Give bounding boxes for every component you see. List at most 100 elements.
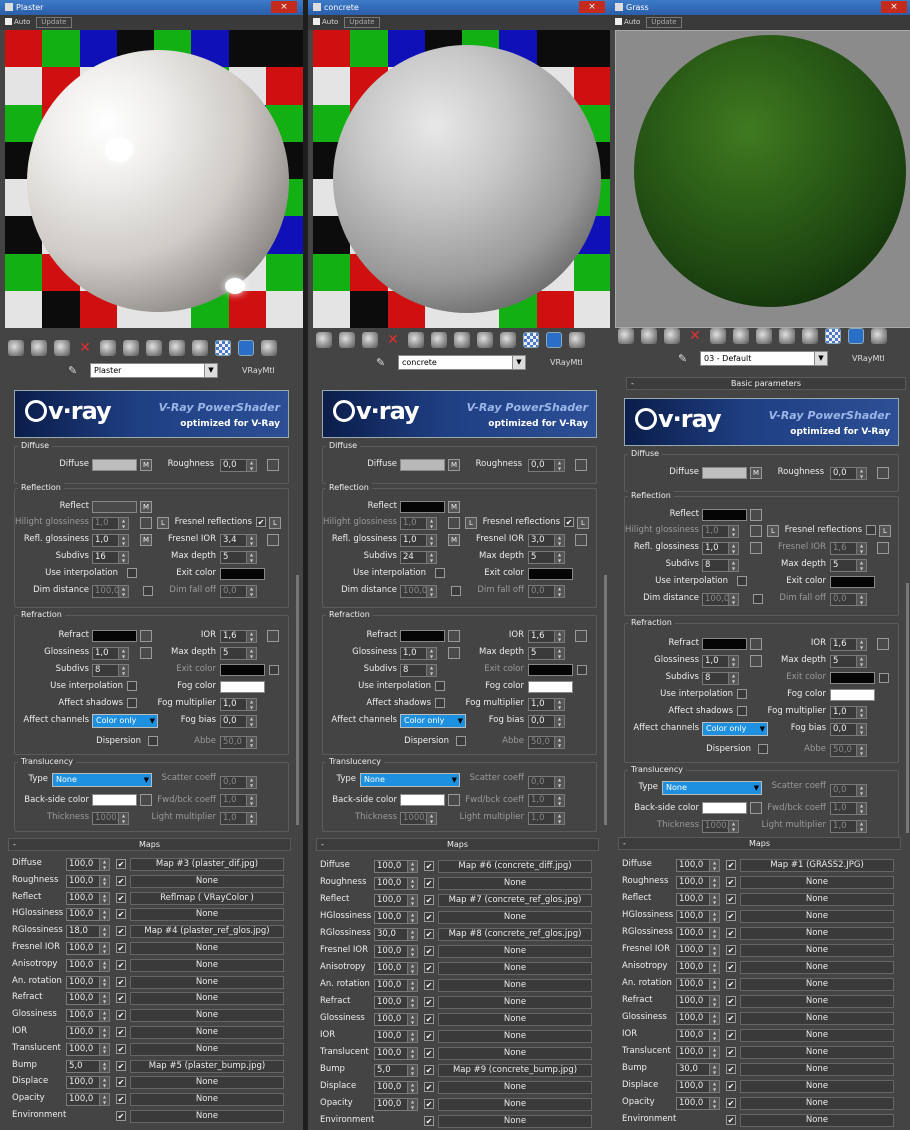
map-slot-button[interactable]: None	[438, 996, 592, 1009]
map-slot-button[interactable]: None	[740, 1097, 894, 1110]
map-enable-checkbox[interactable]: ✔	[424, 946, 434, 956]
assign-material-icon[interactable]	[54, 340, 70, 356]
map-amount-spinner[interactable]: 100,0	[374, 996, 418, 1009]
use-interpolation-checkbox[interactable]	[127, 568, 137, 578]
map-amount-spinner[interactable]: 100,0	[676, 995, 720, 1008]
translucency-type-dropdown[interactable]: None	[360, 773, 460, 787]
back-side-color-swatch[interactable]	[92, 794, 137, 806]
map-amount-spinner[interactable]: 100,0	[374, 860, 418, 873]
exit-color-swatch[interactable]	[220, 568, 265, 580]
show-map-icon[interactable]	[802, 328, 818, 344]
dim-distance-spinner[interactable]: 100,0m	[702, 593, 739, 606]
map-enable-checkbox[interactable]: ✔	[116, 1027, 126, 1037]
map-amount-spinner[interactable]: 5,0	[374, 1064, 418, 1077]
map-enable-checkbox[interactable]: ✔	[116, 892, 126, 903]
map-amount-spinner[interactable]: 100,0	[66, 1076, 110, 1090]
reflect-map-button[interactable]	[750, 509, 762, 521]
map-amount-spinner[interactable]: 100,0	[676, 859, 720, 872]
diffuse-map-button[interactable]: M	[750, 467, 762, 479]
auto-checkbox[interactable]	[615, 18, 622, 25]
diffuse-map-button[interactable]: M	[140, 459, 152, 471]
dim-distance-checkbox[interactable]	[143, 586, 153, 596]
map-slot-button[interactable]: None	[438, 1081, 592, 1094]
assign-material-icon[interactable]	[362, 332, 378, 348]
map-enable-checkbox[interactable]: ✔	[424, 1031, 434, 1041]
put-to-scene-icon[interactable]	[339, 332, 355, 348]
lock-button[interactable]: L	[767, 525, 779, 537]
map-amount-spinner[interactable]: 100,0	[374, 1081, 418, 1094]
rollout-scrollbar[interactable]	[604, 575, 607, 825]
fresnel-ior-map-button[interactable]	[575, 534, 587, 546]
refr-max-depth-spinner[interactable]: 5	[528, 647, 565, 660]
map-amount-spinner[interactable]: 100,0	[374, 1098, 418, 1111]
map-amount-spinner[interactable]: 18,0	[66, 925, 110, 939]
close-button[interactable]: ×	[271, 1, 297, 13]
fog-color-swatch[interactable]	[830, 689, 875, 701]
put-library-icon[interactable]	[146, 340, 162, 356]
put-library-icon[interactable]	[756, 328, 772, 344]
map-amount-spinner[interactable]: 100,0	[66, 975, 110, 989]
fog-bias-spinner[interactable]: 0,0	[528, 715, 565, 728]
glossiness-map-button[interactable]	[140, 647, 152, 659]
update-button[interactable]: Update	[646, 17, 682, 28]
unique-icon[interactable]	[733, 328, 749, 344]
map-enable-checkbox[interactable]: ✔	[726, 1047, 736, 1057]
map-amount-spinner[interactable]: 100,0	[676, 876, 720, 889]
diffuse-color-swatch[interactable]	[92, 459, 137, 471]
map-amount-spinner[interactable]: 100,0	[66, 1026, 110, 1039]
refract-map-button[interactable]	[750, 638, 762, 650]
subdivs-spinner[interactable]: 16	[92, 551, 129, 564]
refr-exit-color-checkbox[interactable]	[269, 665, 279, 675]
eyedropper-icon[interactable]: ✎	[68, 364, 82, 378]
refl-glossiness-spinner[interactable]: 1,0	[400, 534, 437, 547]
maps-rollout[interactable]: - Maps	[618, 837, 901, 850]
back-side-color-map-button[interactable]	[750, 802, 762, 814]
affect-shadows-checkbox[interactable]	[127, 698, 137, 708]
sample-sphere-icon[interactable]	[618, 328, 634, 344]
map-slot-button[interactable]: None	[740, 978, 894, 991]
map-slot-button[interactable]: None	[740, 995, 894, 1008]
map-amount-spinner[interactable]: 100,0	[374, 1030, 418, 1043]
map-enable-checkbox[interactable]: ✔	[116, 943, 126, 953]
map-enable-checkbox[interactable]: ✔	[726, 928, 736, 938]
material-type-button[interactable]: VRayMtl	[550, 355, 583, 370]
copy-material-icon[interactable]	[100, 340, 116, 356]
roughness-spinner[interactable]: 0,0	[528, 459, 565, 472]
map-amount-spinner[interactable]: 100,0	[676, 1080, 720, 1093]
hilight-glossiness-map-button[interactable]	[750, 525, 762, 537]
reflect-map-button[interactable]: M	[140, 501, 152, 513]
dim-distance-spinner[interactable]: 100,0m	[92, 585, 129, 598]
translucency-type-dropdown[interactable]: None	[662, 781, 762, 795]
abbe-spinner[interactable]: 50,0	[528, 736, 565, 749]
show-end-result-icon[interactable]	[523, 332, 539, 348]
maps-rollout[interactable]: - Maps	[316, 838, 599, 851]
unique-icon[interactable]	[431, 332, 447, 348]
exit-color-swatch[interactable]	[830, 576, 875, 588]
map-slot-button[interactable]: None	[130, 908, 284, 922]
unique-icon[interactable]	[123, 340, 139, 356]
map-enable-checkbox[interactable]: ✔	[116, 1111, 126, 1121]
ior-spinner[interactable]: 1,6	[830, 638, 867, 651]
refl-glossiness-map-button[interactable]: M	[448, 534, 460, 546]
map-amount-spinner[interactable]: 100,0	[676, 1029, 720, 1042]
map-amount-spinner[interactable]: 100,0	[676, 927, 720, 940]
map-amount-spinner[interactable]: 30,0	[676, 1063, 720, 1076]
reflect-map-button[interactable]: M	[448, 501, 460, 513]
translucency-type-dropdown[interactable]: None	[52, 773, 152, 787]
refr-subdivs-spinner[interactable]: 8	[400, 664, 437, 677]
map-slot-button[interactable]: None	[740, 893, 894, 906]
fresnel-reflections-checkbox[interactable]: ✔	[564, 517, 574, 527]
map-amount-spinner[interactable]: 100,0	[66, 858, 110, 871]
map-slot-button[interactable]: Reflmap ( VRayColor )	[130, 891, 284, 905]
map-enable-checkbox[interactable]: ✔	[424, 861, 434, 871]
map-slot-button[interactable]: None	[130, 1009, 284, 1023]
map-slot-button[interactable]: None	[438, 945, 592, 958]
refr-exit-color-checkbox[interactable]	[879, 673, 889, 683]
map-slot-button[interactable]: None	[740, 910, 894, 923]
map-slot-button[interactable]: None	[130, 958, 284, 972]
fresnel-ior-map-button[interactable]	[877, 542, 889, 554]
scatter-coeff-spinner[interactable]: 0,0	[528, 776, 565, 789]
map-enable-checkbox[interactable]: ✔	[726, 894, 736, 904]
reflect-color-swatch[interactable]	[702, 509, 747, 521]
material-name-field[interactable]: Plaster ▼	[90, 363, 218, 378]
